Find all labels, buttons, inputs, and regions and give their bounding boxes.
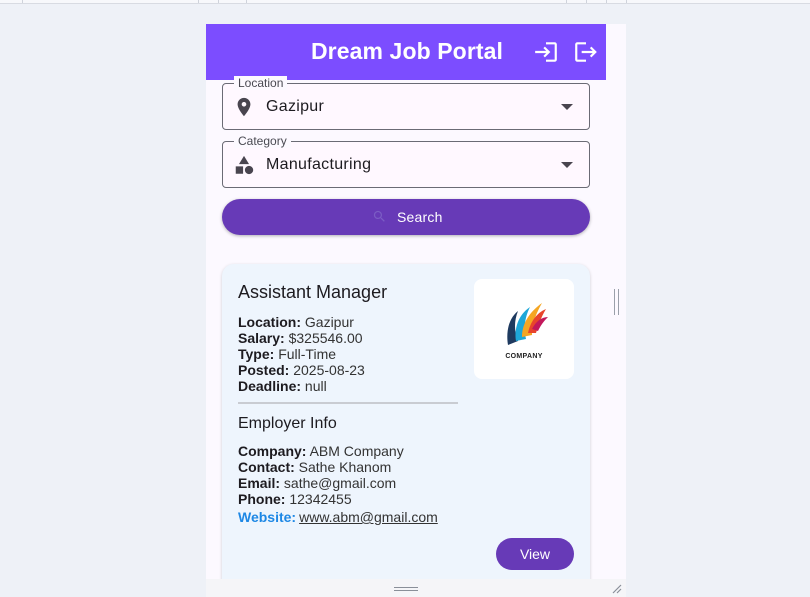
website-label: Website: — [238, 509, 297, 525]
job-posted-row: Posted: 2025-08-23 — [238, 362, 365, 378]
company-logo: COMPANY — [474, 279, 574, 379]
location-dropdown[interactable]: Location Gazipur — [222, 76, 590, 130]
phone-row: Phone: 12342455 — [238, 491, 352, 507]
chevron-down-icon — [561, 104, 573, 110]
logo-text: COMPANY — [505, 353, 543, 360]
divider — [238, 402, 458, 404]
website-link[interactable]: www.abm@gmail.com — [299, 509, 438, 525]
job-title: Assistant Manager — [238, 282, 388, 302]
search-button[interactable]: Search — [222, 199, 590, 235]
email-row: Email: sathe@gmail.com — [238, 475, 397, 491]
login-icon[interactable] — [533, 39, 559, 65]
resize-grip-icon[interactable] — [610, 582, 622, 594]
category-label: Category — [234, 134, 291, 148]
contact-row: Contact: Sathe Khanom — [238, 459, 392, 475]
website-row: Website: www.abm@gmail.com — [238, 509, 438, 525]
employer-heading: Employer Info — [238, 415, 337, 432]
category-dropdown[interactable]: Category Manufacturing — [222, 134, 590, 188]
app-viewport: Dream Job Portal Location Gazipur Catego… — [206, 24, 626, 597]
location-pin-icon — [237, 97, 251, 117]
top-ruler — [0, 0, 810, 4]
wing-logo-icon — [507, 303, 548, 345]
location-value: Gazipur — [266, 98, 325, 115]
category-value: Manufacturing — [266, 156, 372, 173]
location-label: Location — [234, 76, 288, 90]
bottom-bar — [206, 579, 626, 597]
job-deadline-row: Deadline: null — [238, 378, 327, 394]
search-label: Search — [397, 209, 443, 225]
app-bar: Dream Job Portal — [206, 24, 606, 80]
shapes-icon — [235, 155, 254, 175]
scroll-handle[interactable] — [614, 289, 619, 315]
job-card: Assistant Manager Location: Gazipur Sala… — [222, 264, 590, 597]
drag-handle[interactable] — [394, 587, 418, 591]
chevron-down-icon — [561, 162, 573, 168]
job-salary-row: Salary: $325546.00 — [238, 330, 363, 346]
logout-icon[interactable] — [573, 39, 599, 65]
search-icon — [373, 210, 385, 222]
view-button[interactable]: View — [496, 538, 574, 570]
job-location-row: Location: Gazipur — [238, 314, 354, 330]
job-type-row: Type: Full-Time — [238, 346, 337, 362]
company-row: Company: ABM Company — [238, 443, 404, 459]
